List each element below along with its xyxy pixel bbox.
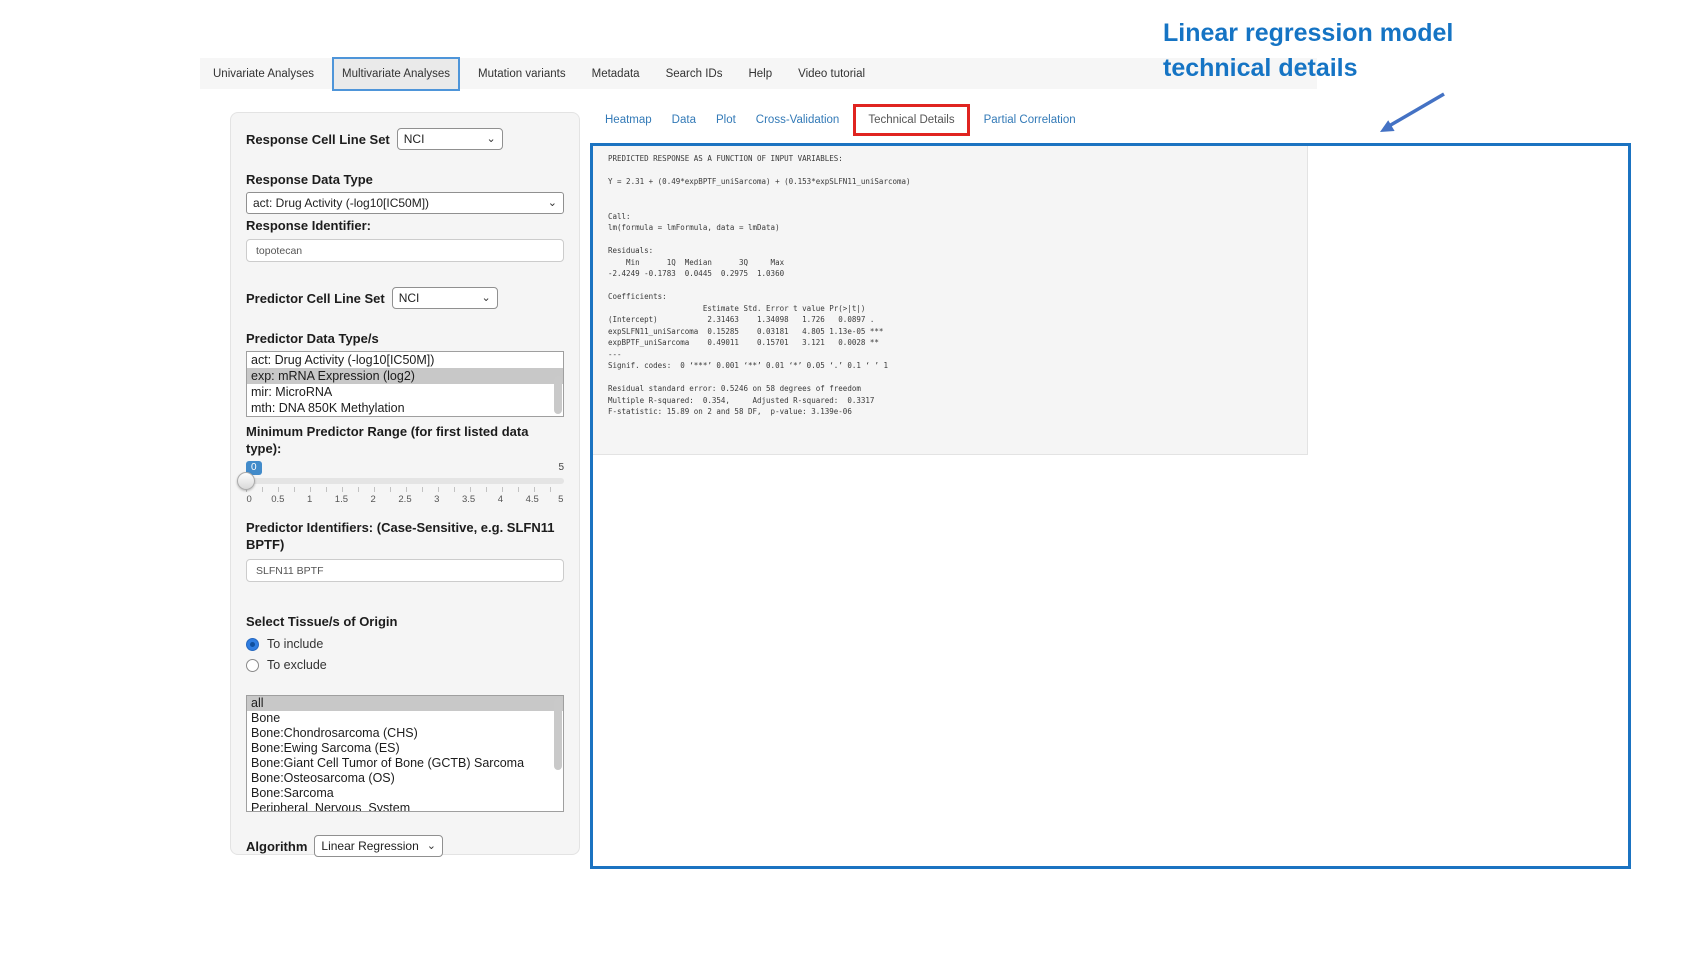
option-act-drug-activity[interactable]: act: Drug Activity (-log10[IC50M]) bbox=[247, 352, 563, 368]
result-tab-plot[interactable]: Plot bbox=[706, 114, 746, 126]
response-cell-line-set-label: Response Cell Line Set bbox=[246, 131, 390, 148]
response-identifier-label: Response Identifier: bbox=[246, 217, 564, 234]
tick-label: 3 bbox=[434, 494, 439, 505]
tissue-include-radio[interactable] bbox=[246, 638, 259, 651]
slider-max-label: 5 bbox=[558, 462, 564, 473]
tick-label: 1.5 bbox=[335, 494, 348, 505]
chevron-down-icon: ⌄ bbox=[427, 841, 436, 851]
result-tab-data[interactable]: Data bbox=[662, 114, 706, 126]
nav-tab-help[interactable]: Help bbox=[735, 58, 785, 89]
nav-tab-metadata[interactable]: Metadata bbox=[579, 58, 653, 89]
tick-label: 2.5 bbox=[398, 494, 411, 505]
slider-handle[interactable] bbox=[237, 472, 255, 490]
nav-tab-univariate-analyses[interactable]: Univariate Analyses bbox=[200, 58, 327, 89]
min-predictor-range-label: Minimum Predictor Range (for first liste… bbox=[246, 423, 564, 457]
tissue-include-label: To include bbox=[267, 637, 323, 651]
response-identifier-input[interactable] bbox=[246, 239, 564, 262]
tissue-option-gctb-sarcoma[interactable]: Bone:Giant Cell Tumor of Bone (GCTB) Sar… bbox=[247, 756, 563, 771]
result-tab-partial-correlation[interactable]: Partial Correlation bbox=[974, 114, 1086, 126]
tissue-option-ewing-sarcoma[interactable]: Bone:Ewing Sarcoma (ES) bbox=[247, 741, 563, 756]
response-cell-line-set-select[interactable]: NCI ⌄ bbox=[397, 128, 503, 150]
tissue-option-peripheral-nervous-system[interactable]: Peripheral_Nervous_System bbox=[247, 801, 563, 812]
tissue-exclude-radio[interactable] bbox=[246, 659, 259, 672]
option-exp-mrna-expression[interactable]: exp: mRNA Expression (log2) bbox=[247, 368, 563, 384]
tick-label: 1 bbox=[307, 494, 312, 505]
predictor-identifiers-label: Predictor Identifiers: (Case-Sensitive, … bbox=[246, 519, 564, 553]
tick-label: 5 bbox=[558, 494, 563, 505]
response-data-type-value: act: Drug Activity (-log10[IC50M]) bbox=[253, 196, 429, 210]
predictor-cell-line-set-select[interactable]: NCI ⌄ bbox=[392, 287, 498, 309]
technical-details-panel: PREDICTED RESPONSE AS A FUNCTION OF INPU… bbox=[590, 143, 1631, 869]
tissue-option-osteosarcoma[interactable]: Bone:Osteosarcoma (OS) bbox=[247, 771, 563, 786]
lm-output-text: PREDICTED RESPONSE AS A FUNCTION OF INPU… bbox=[593, 146, 1308, 455]
tick-label: 4.5 bbox=[526, 494, 539, 505]
tissue-listbox: all Bone Bone:Chondrosarcoma (CHS) Bone:… bbox=[246, 695, 564, 812]
tissue-option-bone-sarcoma[interactable]: Bone:Sarcoma bbox=[247, 786, 563, 801]
option-mir-microrna[interactable]: mir: MicroRNA bbox=[247, 384, 563, 400]
top-nav: Univariate Analyses Multivariate Analyse… bbox=[200, 58, 1317, 89]
result-tab-technical-details[interactable]: Technical Details bbox=[868, 114, 954, 126]
response-data-type-label: Response Data Type bbox=[246, 171, 564, 188]
response-cell-line-set-value: NCI bbox=[404, 132, 425, 146]
option-mth-dna-methylation[interactable]: mth: DNA 850K Methylation bbox=[247, 400, 563, 416]
annotation-arrow-icon bbox=[1372, 88, 1452, 140]
tissue-origin-label: Select Tissue/s of Origin bbox=[246, 613, 564, 630]
annotation-line1: Linear regression model bbox=[1163, 16, 1583, 51]
predictor-data-type-listbox: act: Drug Activity (-log10[IC50M]) exp: … bbox=[246, 351, 564, 417]
nav-tab-multivariate-analyses[interactable]: Multivariate Analyses bbox=[332, 57, 460, 91]
predictor-cell-line-set-label: Predictor Cell Line Set bbox=[246, 290, 385, 307]
response-data-type-select[interactable]: act: Drug Activity (-log10[IC50M]) ⌄ bbox=[246, 192, 564, 214]
technical-details-red-highlight: Technical Details bbox=[853, 104, 969, 136]
listbox-scrollbar-thumb[interactable] bbox=[554, 698, 562, 770]
result-tab-heatmap[interactable]: Heatmap bbox=[595, 114, 662, 126]
nav-tab-mutation-variants[interactable]: Mutation variants bbox=[465, 58, 579, 89]
slider-tickmarks bbox=[246, 487, 564, 492]
predictor-identifiers-input[interactable] bbox=[246, 559, 564, 582]
nav-tab-search-ids[interactable]: Search IDs bbox=[653, 58, 736, 89]
nav-tab-video-tutorial[interactable]: Video tutorial bbox=[785, 58, 878, 89]
chevron-down-icon: ⌄ bbox=[481, 293, 490, 303]
tissue-exclude-label: To exclude bbox=[267, 658, 327, 672]
annotation-title: Linear regression model technical detail… bbox=[1163, 16, 1583, 86]
chevron-down-icon: ⌄ bbox=[548, 198, 557, 208]
sidebar-panel: Response Cell Line Set NCI ⌄ Response Da… bbox=[230, 112, 580, 855]
tissue-option-all[interactable]: all bbox=[247, 696, 563, 711]
slider-track[interactable] bbox=[246, 478, 564, 484]
min-predictor-range-slider: 0 5 0 0.5 1 1.5 2 2.5 3 3.5 4 4.5 5 bbox=[246, 461, 564, 507]
tissue-option-chondrosarcoma[interactable]: Bone:Chondrosarcoma (CHS) bbox=[247, 726, 563, 741]
algorithm-select[interactable]: Linear Regression ⌄ bbox=[314, 835, 443, 857]
chevron-down-icon: ⌄ bbox=[487, 134, 496, 144]
predictor-cell-line-set-value: NCI bbox=[399, 291, 420, 305]
annotation-line2: technical details bbox=[1163, 51, 1583, 86]
tick-label: 0.5 bbox=[271, 494, 284, 505]
result-tabs: Heatmap Data Plot Cross-Validation Techn… bbox=[595, 103, 1086, 137]
result-tab-cross-validation[interactable]: Cross-Validation bbox=[746, 114, 850, 126]
algorithm-label: Algorithm bbox=[246, 838, 307, 855]
listbox-scrollbar-thumb[interactable] bbox=[554, 376, 562, 414]
tick-label: 4 bbox=[498, 494, 503, 505]
tick-label: 2 bbox=[371, 494, 376, 505]
tissue-option-bone[interactable]: Bone bbox=[247, 711, 563, 726]
tick-label: 0 bbox=[247, 494, 252, 505]
tick-label: 3.5 bbox=[462, 494, 475, 505]
predictor-data-types-label: Predictor Data Type/s bbox=[246, 330, 564, 347]
algorithm-value: Linear Regression bbox=[321, 839, 418, 853]
slider-tick-labels: 0 0.5 1 1.5 2 2.5 3 3.5 4 4.5 5 bbox=[246, 494, 564, 507]
